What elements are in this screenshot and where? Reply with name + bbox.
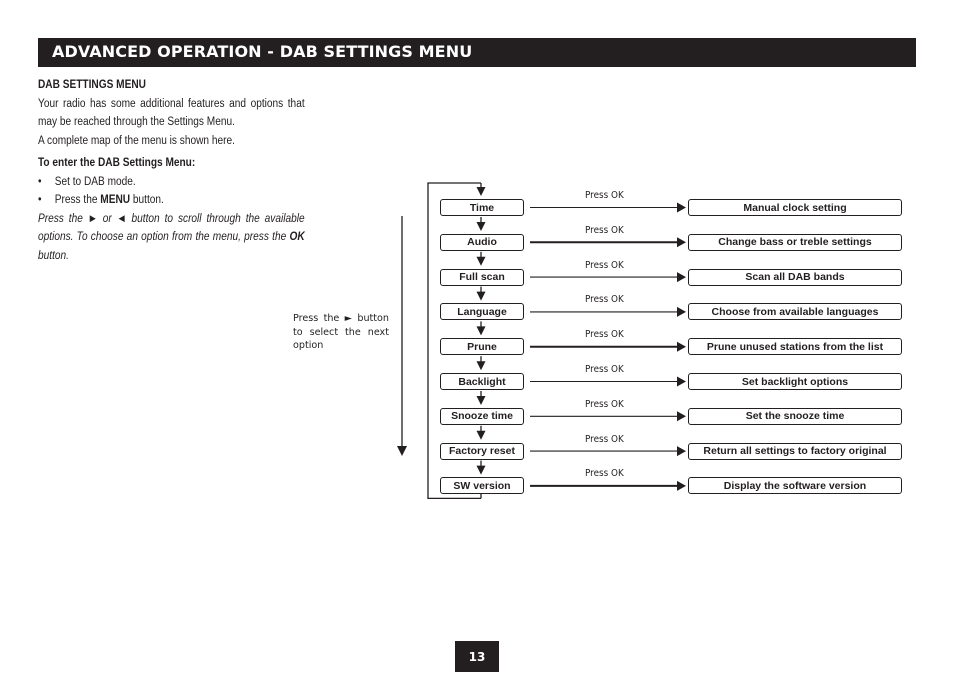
page-number: 13 — [455, 641, 499, 672]
right-arrow-icon — [677, 341, 686, 352]
down-arrow-icon — [476, 361, 486, 371]
right-arrow-icon — [677, 446, 686, 457]
down-arrow-icon — [476, 326, 486, 336]
press-ok-label: Press OK — [585, 190, 624, 201]
menu-item-box: Factory reset — [440, 442, 524, 460]
menu-result-box: Scan all DAB bands — [688, 268, 902, 286]
menu-result-box: Set backlight options — [688, 373, 902, 390]
press-ok-label: Press OK — [585, 398, 624, 410]
down-arrow-icon — [476, 396, 486, 405]
down-arrow-icon — [476, 291, 486, 301]
down-arrow-icon — [476, 222, 486, 231]
menu-item-box: Backlight — [440, 373, 524, 390]
press-ok-label: Press OK — [585, 433, 624, 445]
press-ok-label: Press OK — [585, 364, 624, 375]
down-arrow-icon — [476, 256, 486, 266]
press-ok-label: Press OK — [585, 259, 624, 271]
down-arrow-icon — [397, 446, 407, 456]
press-ok-label: Press OK — [585, 294, 624, 306]
right-arrow-icon — [677, 306, 686, 317]
right-arrow-icon — [677, 411, 686, 422]
menu-result-box: Display the software version — [688, 477, 902, 495]
menu-flow-diagram — [397, 182, 686, 500]
press-ok-label: Press OK — [585, 329, 624, 341]
menu-item-box: Time — [440, 199, 524, 216]
right-arrow-icon — [677, 237, 686, 248]
down-arrow-icon — [476, 430, 486, 440]
menu-result-box: Change bass or treble settings — [688, 233, 902, 251]
menu-item-box: Snooze time — [440, 407, 524, 425]
menu-item-box: SW version — [440, 477, 524, 495]
menu-item-box: Audio — [440, 233, 524, 251]
press-ok-label: Press OK — [585, 468, 624, 480]
menu-result-box: Return all settings to factory original — [688, 442, 902, 460]
right-arrow-icon — [677, 202, 686, 213]
down-arrow-icon — [476, 187, 486, 196]
right-arrow-icon — [677, 376, 686, 387]
press-ok-label: Press OK — [585, 224, 624, 236]
menu-item-box: Prune — [440, 338, 524, 356]
down-arrow-icon — [476, 465, 486, 475]
right-arrow-icon — [677, 480, 686, 491]
menu-item-box: Language — [440, 303, 524, 321]
menu-result-box: Set the snooze time — [688, 407, 902, 425]
menu-result-box: Manual clock setting — [688, 199, 902, 216]
right-arrow-icon — [677, 272, 686, 283]
menu-result-box: Choose from available languages — [688, 303, 902, 321]
menu-item-box: Full scan — [440, 268, 524, 286]
menu-result-box: Prune unused stations from the list — [688, 338, 902, 356]
